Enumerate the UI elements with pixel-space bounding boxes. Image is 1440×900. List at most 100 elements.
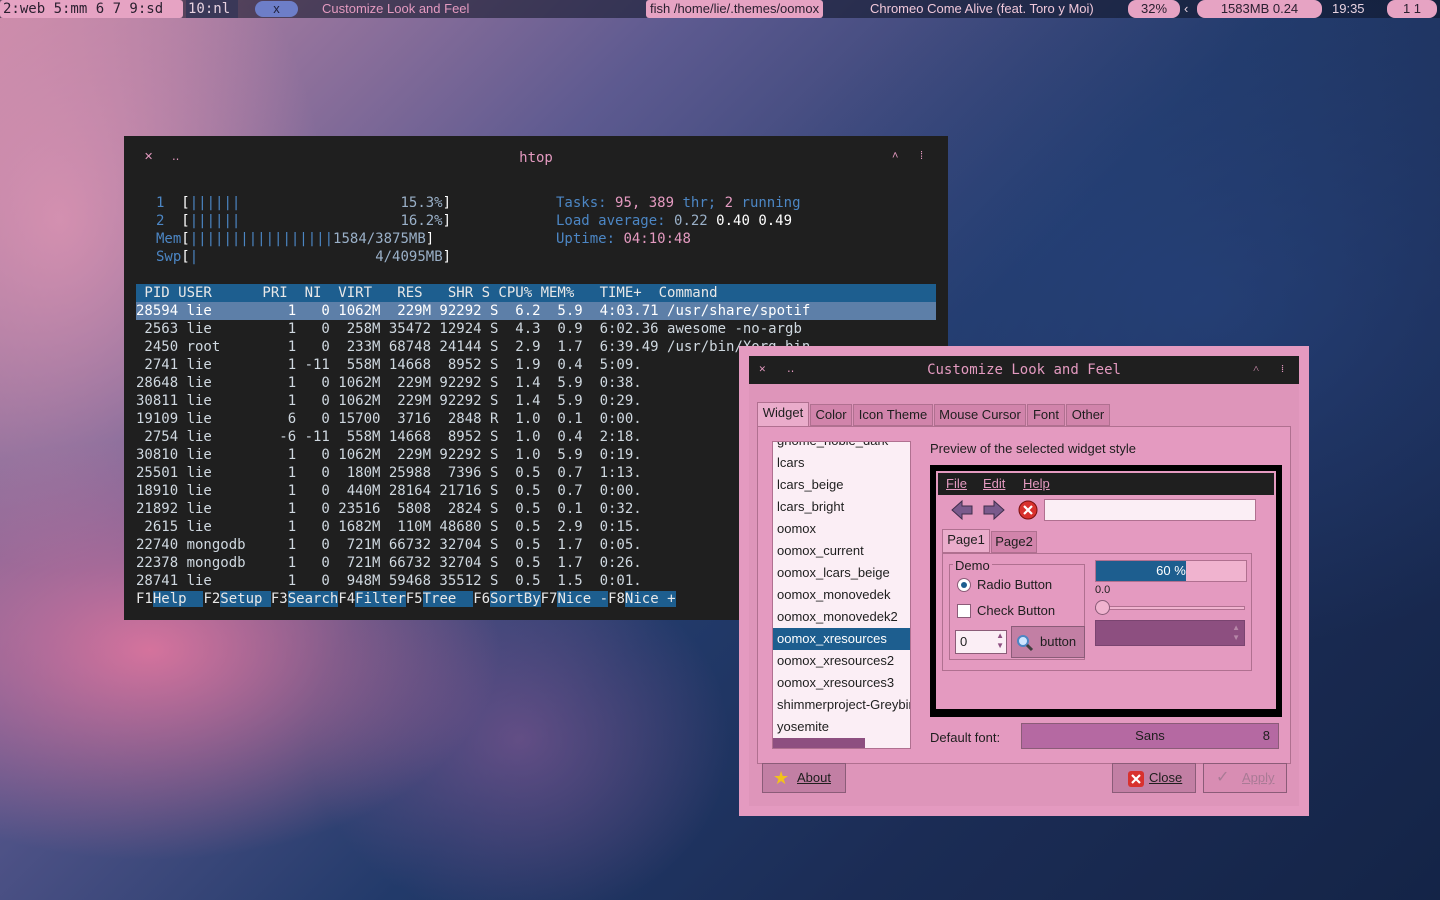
theme-list[interactable]: yosemite shimmerproject-Greybird oomox_xre… (772, 441, 911, 749)
fkey-action[interactable]: Search (287, 591, 339, 607)
list-item[interactable]: yosemite (773, 716, 910, 738)
radio-button[interactable] (957, 578, 971, 592)
fkey-label: F6 (473, 591, 491, 607)
window-title: Customize Look and Feel (927, 362, 1121, 378)
cpu2-meter: 2 [|||||| 16.2%] (156, 213, 452, 229)
mem-meter: Mem[|||||||||||||||||1584/3875MB] (156, 231, 435, 247)
font-size: 8 (1262, 728, 1270, 743)
progress-bar: 60 % (1095, 560, 1247, 582)
clock[interactable]: 19:35 (1332, 0, 1365, 18)
dialog-body: ✕ ‥ Customize Look and Feel ˄ ⁞ Widget C… (749, 356, 1299, 806)
progress-text: 60 % (1156, 563, 1186, 578)
tab-widget[interactable]: Widget (757, 402, 809, 428)
tab-mouse-cursor[interactable]: Mouse Cursor (934, 404, 1026, 426)
fkey-action[interactable]: SortBy (490, 591, 541, 607)
now-playing[interactable]: Chromeo Come Alive (feat. Toro y Moi) (870, 0, 1094, 18)
demo-label: Demo (953, 558, 992, 573)
preview-window: File Edit Help Page1 Page2 Demo Radio Bu… (936, 471, 1276, 709)
search-icon (1017, 635, 1034, 652)
list-item[interactable]: lcars_beige (773, 474, 910, 496)
demo-button[interactable]: button (1011, 626, 1085, 658)
preview-tab-page1[interactable]: Page1 (942, 529, 990, 553)
close-button[interactable]: Close (1112, 763, 1196, 793)
default-font-label: Default font: (930, 730, 1001, 745)
list-item[interactable]: oomox_monovedek2 (773, 606, 910, 628)
menu-help[interactable]: Help (1023, 473, 1050, 495)
about-button[interactable]: ★ About (762, 763, 846, 793)
check-icon: ✓ (1216, 769, 1230, 786)
list-item[interactable]: lcars (773, 452, 910, 474)
close-icon (1128, 771, 1144, 787)
maximize-icon[interactable]: ˄ (892, 150, 898, 162)
list-item[interactable]: oomox_xresources (773, 628, 910, 650)
font-chooser-button[interactable]: Sans 8 (1021, 723, 1279, 749)
sticky-icon[interactable]: ⁞ (920, 150, 923, 162)
preview-label: Preview of the selected widget style (930, 441, 1136, 456)
list-item[interactable]: shimmerproject-Greybird (773, 694, 910, 716)
list-item[interactable]: oomox_xresources2 (773, 650, 910, 672)
function-key-bar: F1Help F2Setup F3SearchF4FilterF5Tree F6… (136, 590, 676, 608)
combo-arrows-icon: ▲ ▼ (1232, 623, 1240, 642)
maximize-icon[interactable]: ˄ (1253, 362, 1259, 375)
volume-indicator[interactable]: 32% (1128, 0, 1180, 18)
list-item[interactable]: oomox_lcars_beige (773, 562, 910, 584)
menu-file[interactable]: File (946, 473, 967, 495)
spin-arrows-icon: ▲ ▼ (996, 631, 1004, 650)
font-name: Sans (1135, 728, 1165, 743)
chevron-left-icon: ‹ (1184, 1, 1189, 16)
list-hscrollbar[interactable] (773, 738, 865, 748)
fkey-action[interactable]: Nice - (557, 591, 609, 607)
slider-value: 0.0 (1095, 584, 1111, 596)
menu-edit[interactable]: Edit (983, 473, 1005, 495)
fkey-action[interactable]: Nice + (624, 591, 676, 607)
list-item[interactable]: oomox (773, 518, 910, 540)
combo-box[interactable]: ▲ ▼ (1095, 620, 1245, 646)
process-table-header[interactable]: PID USER PRI NI VIRT RES SHR S CPU% MEM%… (136, 284, 936, 302)
table-row[interactable]: 28594 lie 1 0 1062M 229M 92292 S 6.2 5.9… (136, 302, 936, 320)
table-row[interactable]: 2563 lie 1 0 258M 35472 12924 S 4.3 0.9 … (136, 320, 936, 338)
titlebar[interactable]: ✕ ‥ Customize Look and Feel ˄ ⁞ (749, 356, 1299, 384)
sticky-icon[interactable]: ⁞ (1281, 362, 1284, 375)
fkey-action[interactable]: Setup (220, 591, 271, 607)
spin-input[interactable]: 0 ▲ ▼ (955, 630, 1007, 654)
fkey-label: F1 (136, 591, 153, 607)
tab-font[interactable]: Font (1027, 404, 1065, 426)
fkey-label: F2 (203, 591, 221, 607)
list-item[interactable]: oomox_xresources3 (773, 672, 910, 694)
fkey-label: F3 (270, 591, 288, 607)
preview-menubar: File Edit Help (938, 473, 1274, 495)
memory-load-indicator: 1583MB 0.24 (1197, 0, 1322, 18)
fkey-action[interactable]: Help (152, 591, 204, 607)
layout-indicator[interactable]: x (255, 1, 298, 17)
preview-tab-content: Demo Radio Button Check Button 0 ▲ ▼ butto… (942, 553, 1252, 671)
workspace-tags[interactable]: 2:web 5:mm 6 7 9:sd (0, 0, 183, 18)
swap-meter: Swp[| 4/4095MB] (156, 249, 452, 265)
preview-frame: File Edit Help Page1 Page2 Demo Radio Bu… (930, 465, 1282, 717)
stop-icon[interactable] (1018, 500, 1038, 520)
check-button[interactable] (957, 604, 971, 618)
tasks-summary: Tasks: 95, 389 thr; 2 running (556, 195, 801, 211)
list-item[interactable]: gnome_noble_dark (773, 442, 910, 452)
preview-entry[interactable] (1044, 499, 1256, 521)
list-item[interactable]: oomox_current (773, 540, 910, 562)
forward-arrow-icon[interactable] (982, 499, 1006, 521)
slider-track[interactable] (1095, 606, 1245, 610)
customize-look-and-feel-window[interactable]: ✕ ‥ Customize Look and Feel ˄ ⁞ Widget C… (739, 346, 1309, 816)
slider-handle[interactable] (1095, 600, 1110, 615)
window-title: htop (519, 150, 553, 166)
tab-other[interactable]: Other (1066, 404, 1110, 426)
star-icon: ★ (773, 768, 790, 788)
apply-button[interactable]: ✓ Apply (1203, 763, 1287, 793)
fkey-action[interactable]: Tree (422, 591, 474, 607)
cpu1-meter: 1 [|||||| 15.3%] (156, 195, 452, 211)
list-item[interactable]: lcars_bright (773, 496, 910, 518)
back-arrow-icon[interactable] (950, 499, 974, 521)
tab-color[interactable]: Color (810, 404, 852, 426)
keyboard-indicator[interactable]: 1 1 (1387, 0, 1437, 18)
fkey-label: F5 (405, 591, 423, 607)
tab-icon-theme[interactable]: Icon Theme (853, 404, 933, 426)
workspace-tag-10[interactable]: 10:nl (186, 0, 238, 18)
list-item[interactable]: oomox_monovedek (773, 584, 910, 606)
fkey-action[interactable]: Filter (355, 591, 406, 607)
preview-tab-page2[interactable]: Page2 (991, 531, 1037, 553)
